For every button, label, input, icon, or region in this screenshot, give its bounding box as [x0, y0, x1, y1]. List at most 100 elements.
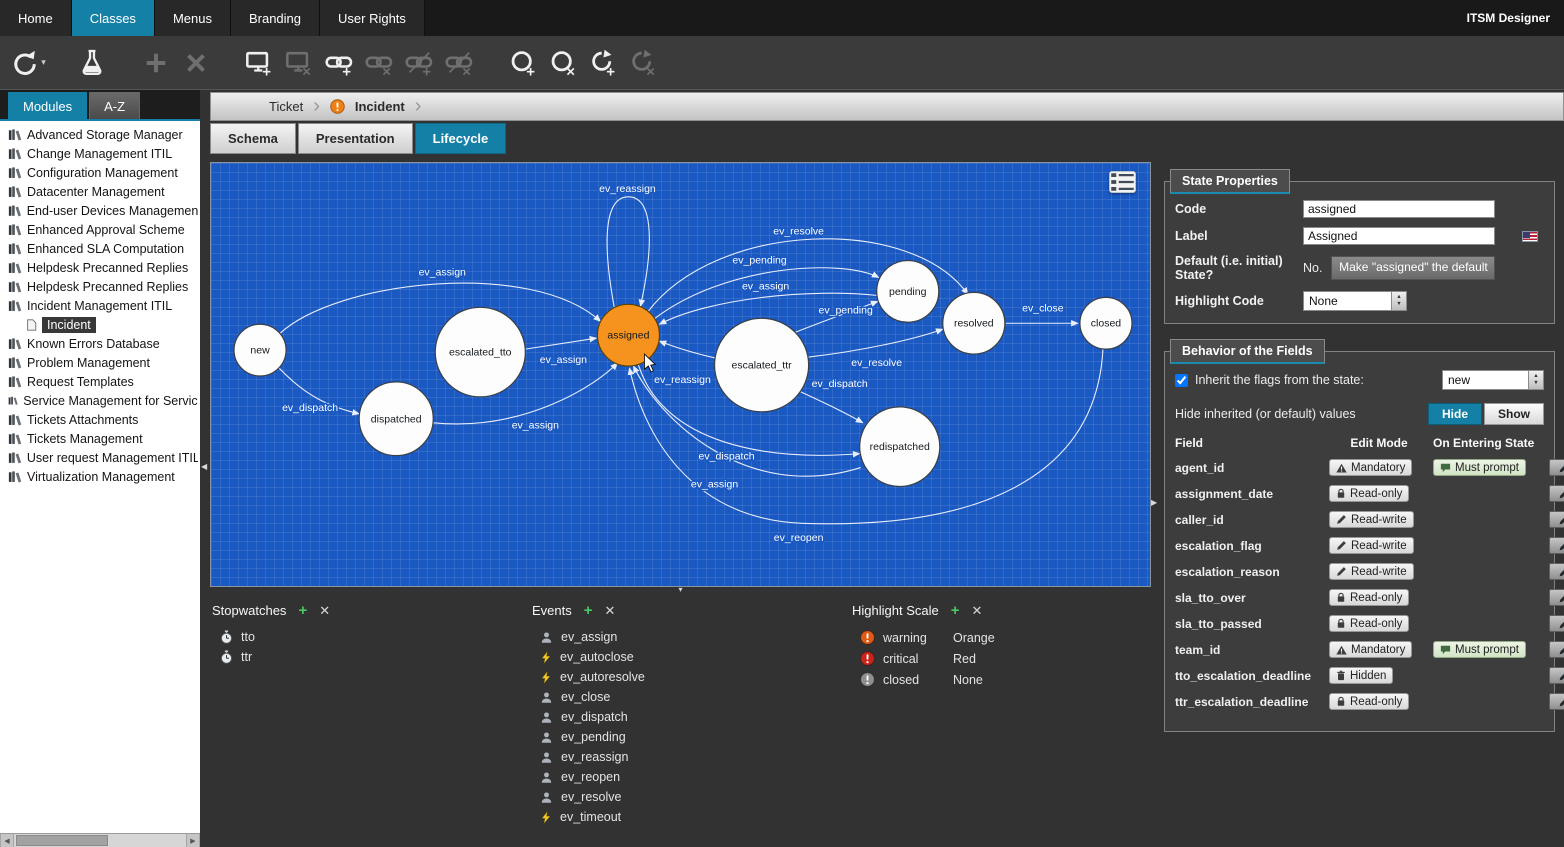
breadcrumb-incident[interactable]: Incident — [355, 99, 405, 114]
add-highlight-button[interactable]: + — [951, 603, 960, 618]
stopwatch-item-ttr[interactable]: ttr — [212, 647, 532, 667]
nav-tab-classes[interactable]: Classes — [72, 0, 155, 36]
transition-ev_reassign[interactable] — [659, 341, 715, 358]
edit-mode-badge-read-only[interactable]: Read-only — [1329, 693, 1409, 710]
spinner-icon[interactable]: ▲▼ — [1528, 371, 1543, 389]
module-item-request-templates[interactable]: Request Templates — [0, 372, 200, 391]
event-item-ev-timeout[interactable]: ev_timeout — [532, 807, 852, 827]
edit-field-button[interactable] — [1549, 641, 1564, 658]
remove-highlight-button[interactable]: ✕ — [971, 604, 982, 617]
module-item-change-management-itil[interactable]: Change Management ITIL — [0, 144, 200, 163]
event-item-ev-reassign[interactable]: ev_reassign — [532, 747, 852, 767]
edit-mode-badge-hidden[interactable]: Hidden — [1329, 667, 1393, 684]
edit-field-button[interactable] — [1549, 693, 1564, 710]
transition-ev_assign[interactable] — [525, 338, 596, 349]
module-item-known-errors-database[interactable]: Known Errors Database — [0, 334, 200, 353]
highlight-item-warning[interactable]: warningOrange — [852, 627, 1151, 648]
tab-lifecycle[interactable]: Lifecycle — [415, 123, 507, 154]
breadcrumb-ticket[interactable]: Ticket — [269, 99, 303, 114]
edit-field-button[interactable] — [1549, 459, 1564, 476]
must-prompt-badge[interactable]: Must prompt — [1433, 641, 1526, 658]
remove-event-button[interactable]: ✕ — [605, 604, 616, 617]
canvas-resize-handle[interactable]: ▾ — [210, 587, 1151, 595]
module-item-helpdesk-precanned-replies[interactable]: Helpdesk Precanned Replies — [0, 258, 200, 277]
undo-button[interactable]: ▾ — [8, 43, 48, 83]
show-button[interactable]: Show — [1484, 403, 1544, 425]
delete-state-button[interactable]: × — [544, 43, 584, 83]
scroll-track[interactable] — [14, 834, 186, 847]
module-item-tickets-attachments[interactable]: Tickets Attachments — [0, 410, 200, 429]
add-state-button[interactable]: + — [504, 43, 544, 83]
add-stopwatch-button[interactable]: + — [298, 603, 307, 618]
edit-mode-badge-read-write[interactable]: Read-write — [1329, 537, 1414, 554]
state-node-resolved[interactable]: resolved — [943, 292, 1005, 354]
sidebar-collapse-handle[interactable]: ◀ — [201, 462, 207, 471]
edit-mode-badge-mandatory[interactable]: Mandatory — [1329, 459, 1412, 476]
edit-mode-badge-read-write[interactable]: Read-write — [1329, 511, 1414, 528]
transition-ev_assign[interactable] — [279, 283, 600, 334]
sidebar-horizontal-scrollbar[interactable]: ◀ ▶ — [0, 833, 200, 847]
edit-mode-badge-mandatory[interactable]: Mandatory — [1329, 641, 1412, 658]
module-item-service-management-for-service-providers[interactable]: Service Management for Service Providers — [0, 391, 200, 410]
nav-tab-menus[interactable]: Menus — [155, 0, 231, 36]
test-run-button[interactable] — [72, 43, 112, 83]
nav-tab-home[interactable]: Home — [0, 0, 72, 36]
diagram-options-button[interactable] — [1109, 171, 1136, 193]
event-item-ev-reopen[interactable]: ev_reopen — [532, 767, 852, 787]
tab-modules[interactable]: Modules — [8, 92, 87, 119]
state-node-escalated_ttr[interactable]: escalated_ttr — [715, 318, 809, 412]
nav-tab-user-rights[interactable]: User Rights — [320, 0, 425, 36]
add-class-button[interactable]: + — [240, 43, 280, 83]
hide-button[interactable]: Hide — [1428, 403, 1482, 425]
highlight-item-closed[interactable]: closedNone — [852, 669, 1151, 690]
transition-ev_resolve[interactable] — [809, 329, 943, 357]
edit-field-button[interactable] — [1549, 589, 1564, 606]
event-item-ev-autoclose[interactable]: ev_autoclose — [532, 647, 852, 667]
module-item-user-request-management-itil[interactable]: User request Management ITIL — [0, 448, 200, 467]
edit-mode-badge-read-write[interactable]: Read-write — [1329, 563, 1414, 580]
edit-field-button[interactable] — [1549, 485, 1564, 502]
edit-mode-badge-read-only[interactable]: Read-only — [1329, 589, 1409, 606]
transition-ev_reassign[interactable] — [607, 197, 649, 308]
make-default-button[interactable]: Make "assigned" the default — [1331, 256, 1495, 280]
state-node-pending[interactable]: pending — [877, 261, 939, 323]
module-item-datacenter-management[interactable]: Datacenter Management — [0, 182, 200, 201]
state-node-assigned[interactable]: assigned — [597, 304, 659, 366]
event-item-ev-autoresolve[interactable]: ev_autoresolve — [532, 667, 852, 687]
nav-tab-branding[interactable]: Branding — [231, 0, 320, 36]
add-relation-button[interactable]: + — [320, 43, 360, 83]
edit-mode-badge-read-only[interactable]: Read-only — [1329, 615, 1409, 632]
label-input[interactable] — [1303, 227, 1495, 245]
state-node-redispatched[interactable]: redispatched — [860, 407, 940, 487]
inherit-state-select[interactable]: new ▲▼ — [1442, 370, 1544, 390]
module-item-enhanced-sla-computation[interactable]: Enhanced SLA Computation — [0, 239, 200, 258]
module-item-configuration-management[interactable]: Configuration Management — [0, 163, 200, 182]
scroll-thumb[interactable] — [16, 835, 108, 846]
highlight-item-critical[interactable]: criticalRed — [852, 648, 1151, 669]
spinner-icon[interactable]: ▲▼ — [1391, 292, 1406, 310]
add-transition-button[interactable]: + — [584, 43, 624, 83]
edit-field-button[interactable] — [1549, 511, 1564, 528]
module-item-helpdesk-precanned-replies[interactable]: Helpdesk Precanned Replies — [0, 277, 200, 296]
module-item-enhanced-approval-scheme[interactable]: Enhanced Approval Scheme — [0, 220, 200, 239]
event-item-ev-close[interactable]: ev_close — [532, 687, 852, 707]
event-item-ev-assign[interactable]: ev_assign — [532, 627, 852, 647]
module-item-incident-management-itil[interactable]: Incident Management ITIL — [0, 296, 200, 315]
module-item-advanced-storage-manager[interactable]: Advanced Storage Manager — [0, 125, 200, 144]
highlight-code-select[interactable]: None ▲▼ — [1303, 291, 1407, 311]
lifecycle-canvas[interactable]: ev_reassignev_assignev_resolveev_pending… — [210, 162, 1151, 587]
panel-collapse-handle[interactable]: ▶ — [1151, 498, 1157, 507]
edit-field-button[interactable] — [1549, 537, 1564, 554]
state-node-escalated_tto[interactable]: escalated_tto — [435, 307, 525, 397]
module-item-tickets-management[interactable]: Tickets Management — [0, 429, 200, 448]
class-item-incident[interactable]: Incident — [0, 315, 200, 334]
event-item-ev-resolve[interactable]: ev_resolve — [532, 787, 852, 807]
stopwatch-item-tto[interactable]: tto — [212, 627, 532, 647]
state-node-dispatched[interactable]: dispatched — [359, 382, 433, 456]
add-event-button[interactable]: + — [584, 603, 593, 618]
transition-ev_dispatch[interactable] — [799, 391, 863, 423]
remove-stopwatch-button[interactable]: ✕ — [319, 604, 330, 617]
module-item-virtualization-management[interactable]: Virtualization Management — [0, 467, 200, 486]
inherit-flags-checkbox[interactable] — [1175, 374, 1188, 387]
edit-field-button[interactable] — [1549, 615, 1564, 632]
